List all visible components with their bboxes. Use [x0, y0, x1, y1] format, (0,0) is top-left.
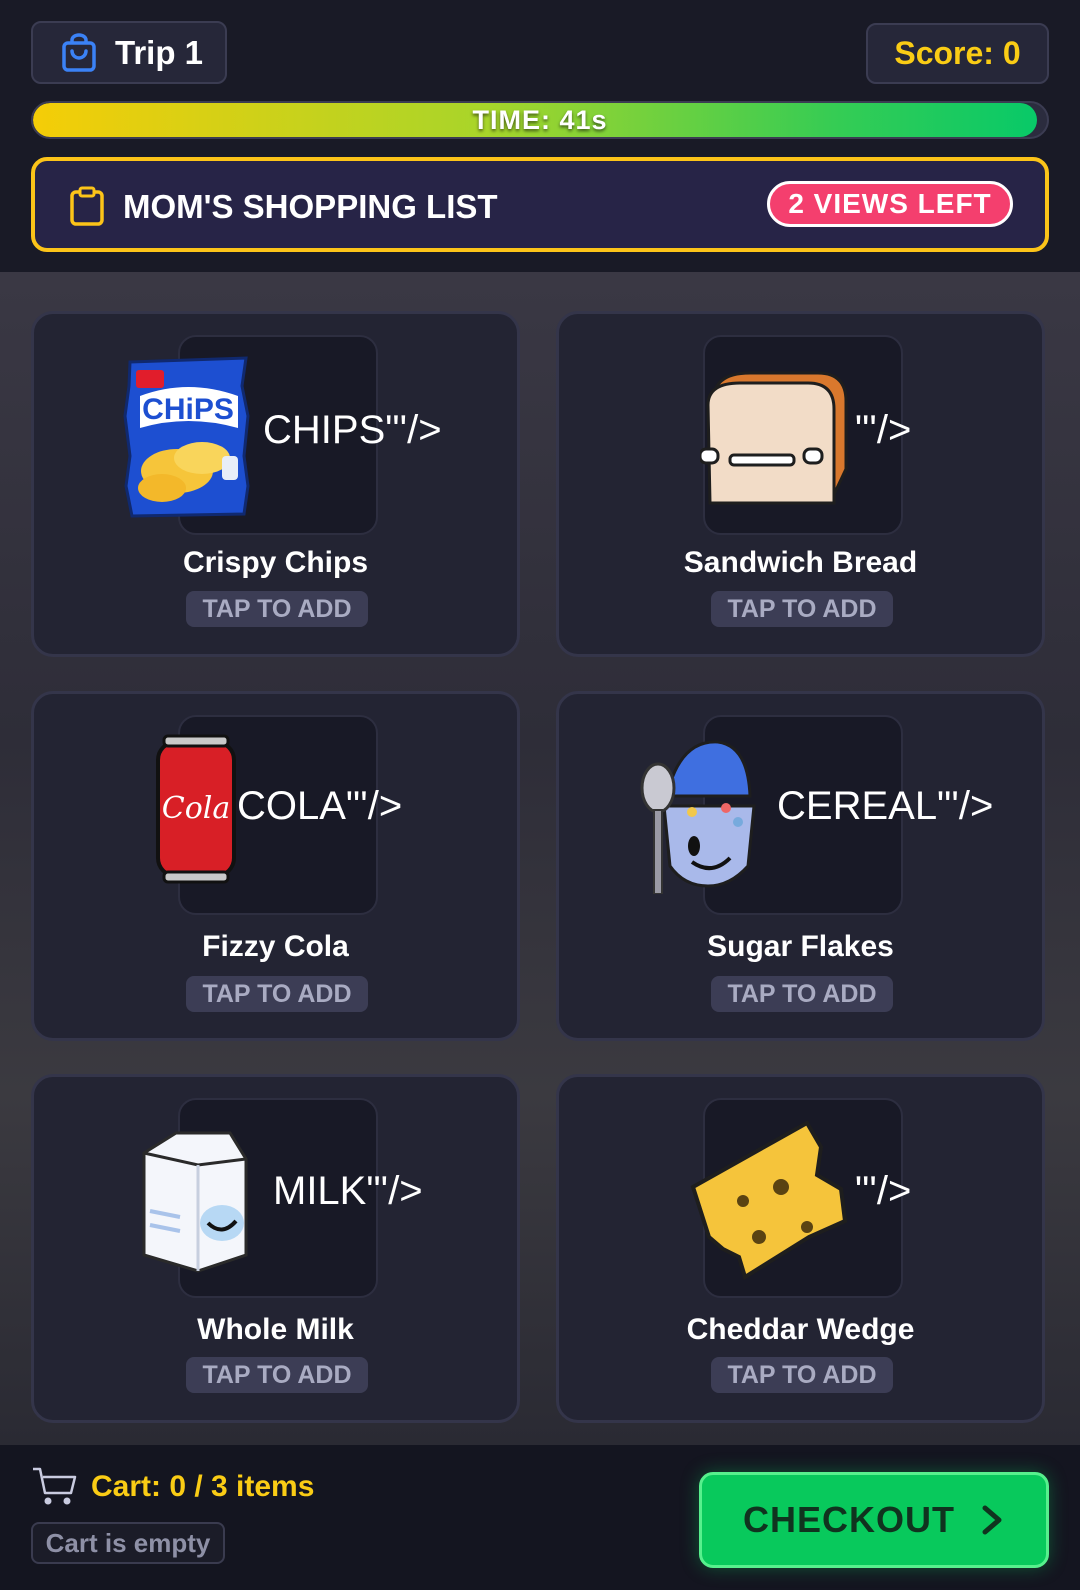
image-alt-text: "'/>: [855, 408, 912, 452]
views-left-badge: 2 VIEWS LEFT: [767, 181, 1013, 227]
timer-label: TIME: 41s: [472, 104, 608, 135]
svg-text:Cola: Cola: [162, 791, 231, 826]
image-alt-text: MILK"'/>: [273, 1169, 423, 1213]
cart-count: Cart: 0 / 3 items: [91, 1470, 315, 1503]
tap-to-add-button[interactable]: TAP TO ADD: [186, 591, 368, 627]
item-card-cheese[interactable]: "'/> Cheddar Wedge TAP TO ADD: [556, 1074, 1045, 1423]
score-display: Score: 0: [866, 23, 1049, 84]
chevron-right-icon: [982, 1505, 1002, 1535]
chips-bag-icon: CHiPS: [123, 356, 250, 518]
cart-status: Cart is empty: [31, 1522, 225, 1564]
tap-to-add-button[interactable]: TAP TO ADD: [711, 591, 893, 627]
trip-indicator: Trip 1: [31, 21, 227, 84]
checkout-button[interactable]: CHECKOUT: [699, 1472, 1049, 1568]
cart-icon: [33, 1467, 77, 1505]
top-bar: Trip 1 Score: 0 TIME: 41s MOM'S SHOPPING…: [0, 0, 1080, 272]
item-card-cereal[interactable]: CEREAL"'/> Sugar Flakes TAP TO ADD: [556, 691, 1045, 1041]
tap-to-add-button[interactable]: TAP TO ADD: [186, 976, 368, 1012]
image-alt-text: CEREAL"'/>: [777, 784, 994, 828]
checkout-label: CHECKOUT: [743, 1499, 955, 1540]
item-name: Fizzy Cola: [202, 930, 349, 963]
shopping-bag-icon: [62, 32, 96, 72]
timer-bar: TIME: 41s: [31, 101, 1049, 139]
bread-loaf-icon: [700, 371, 848, 505]
clipboard-icon: [70, 186, 104, 226]
item-card-cola[interactable]: Cola COLA"'/> Fizzy Cola TAP TO ADD: [31, 691, 520, 1041]
tap-to-add-button[interactable]: TAP TO ADD: [711, 1357, 893, 1393]
tap-to-add-button[interactable]: TAP TO ADD: [186, 1357, 368, 1393]
item-card-bread[interactable]: "'/> Sandwich Bread TAP TO ADD: [556, 311, 1045, 657]
milk-carton-icon: [142, 1131, 248, 1273]
item-card-chips[interactable]: CHiPS CHIPS"'/> Crispy Chips TAP TO ADD: [31, 311, 520, 657]
item-name: Crispy Chips: [182, 546, 369, 579]
item-name: Whole Milk: [197, 1313, 354, 1346]
image-alt-text: COLA"'/>: [237, 784, 403, 828]
item-name: Sugar Flakes: [707, 930, 894, 963]
image-alt-text: "'/>: [855, 1169, 912, 1213]
item-name: Cheddar Wedge: [686, 1313, 915, 1346]
cereal-bowl-icon: [640, 740, 756, 894]
svg-text:CHiPS: CHiPS: [142, 393, 234, 426]
shopping-list-title: MOM'S SHOPPING LIST: [123, 188, 498, 225]
cheese-wedge-icon: [690, 1120, 848, 1281]
item-card-milk[interactable]: MILK"'/> Whole Milk TAP TO ADD: [31, 1074, 520, 1423]
shopping-list-button[interactable]: MOM'S SHOPPING LIST 2 VIEWS LEFT: [31, 157, 1049, 252]
item-name: Sandwich Bread: [683, 546, 918, 579]
image-alt-text: CHIPS"'/>: [263, 408, 442, 452]
tap-to-add-button[interactable]: TAP TO ADD: [711, 976, 893, 1012]
trip-label: Trip 1: [115, 33, 204, 71]
bottom-bar: Cart: 0 / 3 items Cart is empty CHECKOUT: [0, 1445, 1080, 1590]
cola-can-icon: Cola: [156, 734, 236, 884]
